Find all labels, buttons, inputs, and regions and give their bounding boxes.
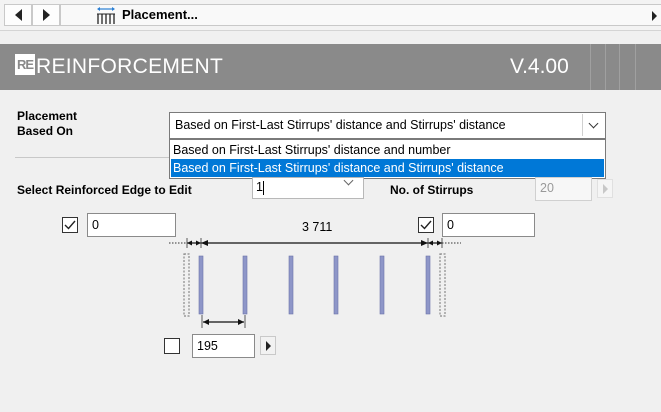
logo: RE xyxy=(15,54,35,75)
text-cursor xyxy=(263,181,264,195)
edge-select-value: 1 xyxy=(256,180,263,194)
placement-select-value: Based on First-Last Stirrups' distance a… xyxy=(175,118,506,132)
stirrups-count-value: 20 xyxy=(540,181,554,195)
checkmark-icon xyxy=(64,220,76,230)
edge-label: Select Reinforced Edge to Edit xyxy=(17,183,192,197)
right-distance-input[interactable] xyxy=(442,213,535,237)
stirrups-spin-button[interactable] xyxy=(597,179,613,198)
placement-label: Placement xyxy=(17,109,78,123)
stirrup-spacing-spin-button[interactable] xyxy=(260,336,276,355)
version-label: V.4.00 xyxy=(510,55,569,78)
dropdown-button[interactable] xyxy=(582,114,604,136)
forward-button[interactable] xyxy=(32,4,60,26)
left-distance-checkbox[interactable] xyxy=(62,217,78,233)
placement-icon xyxy=(95,7,117,25)
chevron-down-icon xyxy=(588,118,599,128)
divider xyxy=(15,157,169,158)
left-distance-value: 0 xyxy=(92,218,99,232)
panel-title: Placement... xyxy=(122,7,198,22)
placement-option-selected[interactable]: Based on First-Last Stirrups' distance a… xyxy=(171,159,604,177)
banner-divider xyxy=(619,44,620,90)
left-distance-input[interactable] xyxy=(87,213,176,237)
stirrup-spacing-checkbox[interactable] xyxy=(164,338,180,354)
stirrups-label: No. of Stirrups xyxy=(390,183,474,197)
right-distance-checkbox[interactable] xyxy=(418,217,434,233)
right-distance-value: 0 xyxy=(447,218,454,232)
checkmark-icon xyxy=(420,220,432,230)
forward-arrow-icon xyxy=(42,9,50,21)
stirrup-spacing-value: 195 xyxy=(197,339,218,353)
back-arrow-icon xyxy=(14,9,22,21)
spin-right-icon xyxy=(602,183,608,194)
spin-right-icon xyxy=(265,340,271,351)
banner-divider xyxy=(635,44,636,90)
span-distance-value: 3 711 xyxy=(302,220,333,234)
back-button[interactable] xyxy=(4,4,32,26)
stirrup-diagram xyxy=(169,238,461,328)
banner-title: REINFORCEMENT xyxy=(36,55,224,78)
banner-divider xyxy=(590,44,591,90)
banner-divider xyxy=(605,44,606,90)
expand-arrow-icon[interactable] xyxy=(652,11,657,21)
chevron-down-icon xyxy=(343,175,354,186)
based-on-label: Based On xyxy=(17,124,74,138)
placement-option[interactable]: Based on First-Last Stirrups' distance a… xyxy=(171,141,604,159)
